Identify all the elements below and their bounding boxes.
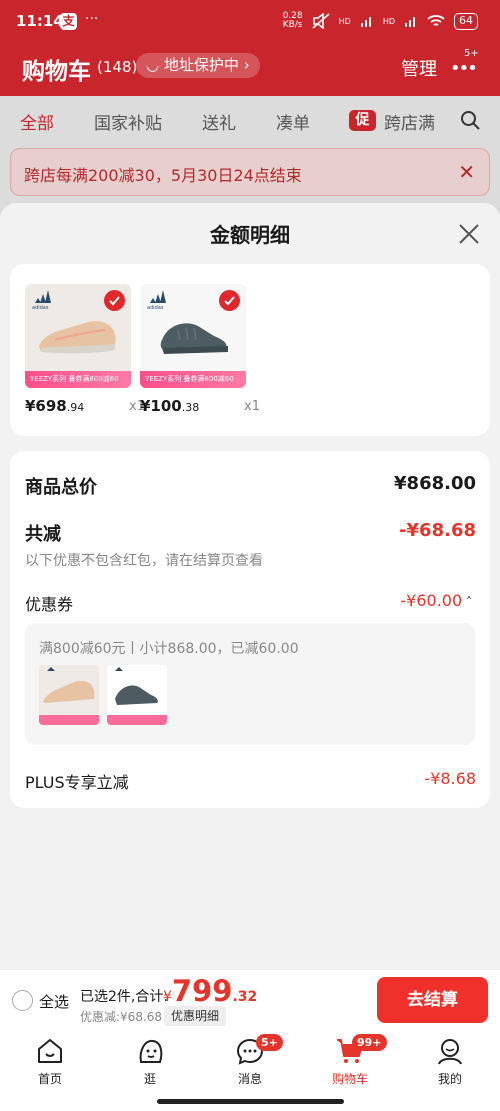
coupon-detail-text: 满800减60元丨小计868.00，已减60.00 — [39, 641, 299, 657]
product-image: adidas YEEZY系列 叠券满800减60 — [140, 284, 246, 388]
home-indicator — [157, 1099, 344, 1104]
discount-hint: 以下优惠不包含红包，请在结算页查看 — [25, 553, 263, 569]
checkout-total: ¥799.32 — [163, 974, 258, 1008]
discount-label: 共减 — [25, 524, 61, 545]
tab-gift[interactable]: 送礼 — [202, 109, 236, 134]
tabbar-profile[interactable]: 我的 — [418, 1036, 482, 1087]
discount-detail-button[interactable]: 优惠明细 — [164, 1006, 227, 1026]
promo-notice-banner[interactable]: 跨店每满200减30，5月30日24点结束 ✕ — [10, 148, 490, 196]
slide-sandal-image — [160, 323, 228, 354]
alipay-icon: 支 — [60, 13, 77, 30]
coupon-toggle[interactable]: -¥60.00 ˄ — [400, 591, 472, 610]
search-icon[interactable] — [460, 110, 480, 130]
signal-hd-1: HD — [338, 16, 351, 26]
status-bar: 11:14 支 ··· 0.28 KB/s HD HD 64 — [0, 0, 500, 44]
page-title: 购物车 — [22, 59, 91, 85]
adidas-logo-icon — [35, 290, 51, 303]
product-quantity: x1 — [244, 399, 260, 414]
cart-badge: 99+ — [352, 1034, 387, 1051]
tab-bundle[interactable]: 凑单 — [276, 109, 310, 134]
cart-tabs: 全部 国家补贴 送礼 凑单 跨店满 — [0, 98, 500, 142]
mute-icon — [312, 13, 330, 29]
coupon-product-thumb — [39, 665, 99, 725]
browse-face-icon — [139, 1039, 163, 1063]
status-right: 0.28 KB/s HD HD 64 — [283, 12, 478, 30]
tab-cross-store[interactable]: 跨店满 — [384, 109, 435, 134]
chevron-right-icon: › — [238, 56, 250, 74]
tabbar-cart[interactable]: 购物车 99+ — [318, 1034, 387, 1087]
coupon-product-thumb — [107, 665, 167, 725]
product-item[interactable]: adidas YEEZY系列 叠券满800减60 ¥100.38 x1 — [140, 284, 260, 415]
plus-discount-label: PLUS专享立减 — [25, 773, 129, 792]
wifi-icon — [427, 15, 445, 26]
promo-strip — [39, 715, 99, 725]
plus-discount-value: -¥8.68 — [424, 769, 476, 788]
cart-header: 购物车 (148) ◡ 地址保护中 › 管理 ••• 5+ — [0, 44, 500, 96]
home-icon — [38, 1039, 62, 1063]
tab-all[interactable]: 全部 — [20, 109, 54, 134]
more-notifications-icon: ··· — [85, 11, 99, 27]
promo-strip — [107, 715, 167, 725]
total-label: 商品总价 — [25, 477, 97, 498]
discount-value: -¥68.68 — [399, 520, 476, 541]
signal-icon-2 — [405, 17, 415, 27]
promo-tag-icon: 促 — [349, 110, 376, 131]
sneaker-image — [39, 320, 116, 354]
select-all-radio[interactable] — [12, 990, 33, 1011]
checkout-button[interactable]: 去结算 — [377, 977, 488, 1023]
tabbar-home[interactable]: 首页 — [18, 1036, 82, 1087]
checkout-discount: 优惠减:¥68.68 — [80, 1010, 163, 1024]
selected-check-icon[interactable] — [219, 290, 240, 311]
select-all-label[interactable]: 全选 — [39, 991, 69, 1012]
chevron-up-icon: ˄ — [462, 595, 472, 609]
sheet-title: 金额明细 — [210, 223, 290, 247]
selected-check-icon[interactable] — [104, 290, 125, 311]
coupon-detail-box: 满800减60元丨小计868.00，已减60.00 — [25, 623, 475, 745]
product-item[interactable]: adidas YEEZY系列 叠券满800减60 ¥698.94 x1 — [25, 284, 145, 415]
notice-close-icon[interactable]: ✕ — [458, 160, 475, 184]
amount-breakdown-card: 商品总价 ¥868.00 共减 -¥68.68 以下优惠不包含红包，请在结算页查… — [10, 451, 490, 808]
more-menu-icon[interactable]: ••• — [450, 58, 478, 79]
amount-detail-sheet: 金额明细 adidas YEEZY系列 叠券满800减60 ¥698.94 x1… — [0, 203, 500, 969]
coupon-label: 优惠券 — [25, 595, 74, 614]
close-icon[interactable] — [457, 222, 481, 246]
promo-strip: YEEZY系列 叠券满800减60 — [25, 371, 131, 388]
promo-strip: YEEZY系列 叠券满800减60 — [140, 371, 246, 388]
product-list-card: adidas YEEZY系列 叠券满800减60 ¥698.94 x1 adid… — [10, 264, 490, 436]
profile-icon — [438, 1039, 462, 1065]
notice-text: 跨店每满200减30，5月30日24点结束 — [24, 166, 302, 185]
tabbar-browse[interactable]: 逛 — [118, 1036, 182, 1087]
product-price: ¥100.38 — [140, 397, 200, 415]
address-protection-pill[interactable]: ◡ 地址保护中 › — [136, 53, 260, 78]
status-time: 11:14 — [16, 12, 64, 30]
checkout-bar: 全选 已选2件,合计: ¥799.32 优惠减:¥68.68 优惠明细 去结算 — [0, 969, 500, 1031]
tabbar-messages[interactable]: 消息 5+ — [218, 1034, 283, 1087]
smile-icon: ◡ — [146, 56, 164, 74]
product-image: adidas YEEZY系列 叠券满800减60 — [25, 284, 131, 388]
total-value: ¥868.00 — [394, 473, 476, 494]
selected-summary: 已选2件,合计: — [80, 989, 169, 1005]
signal-hd-2: HD — [382, 16, 395, 26]
product-price: ¥698.94 — [25, 397, 85, 415]
net-speed: 0.28 KB/s — [282, 11, 303, 30]
more-badge: 5+ — [464, 48, 479, 59]
adidas-logo-icon — [150, 290, 166, 303]
tab-national-subsidy[interactable]: 国家补贴 — [94, 109, 162, 134]
manage-button[interactable]: 管理 — [401, 55, 437, 81]
cart-count: (148) — [97, 58, 138, 76]
battery-icon: 64 — [454, 12, 478, 30]
signal-icon-1 — [360, 17, 371, 27]
message-badge: 5+ — [256, 1034, 283, 1051]
